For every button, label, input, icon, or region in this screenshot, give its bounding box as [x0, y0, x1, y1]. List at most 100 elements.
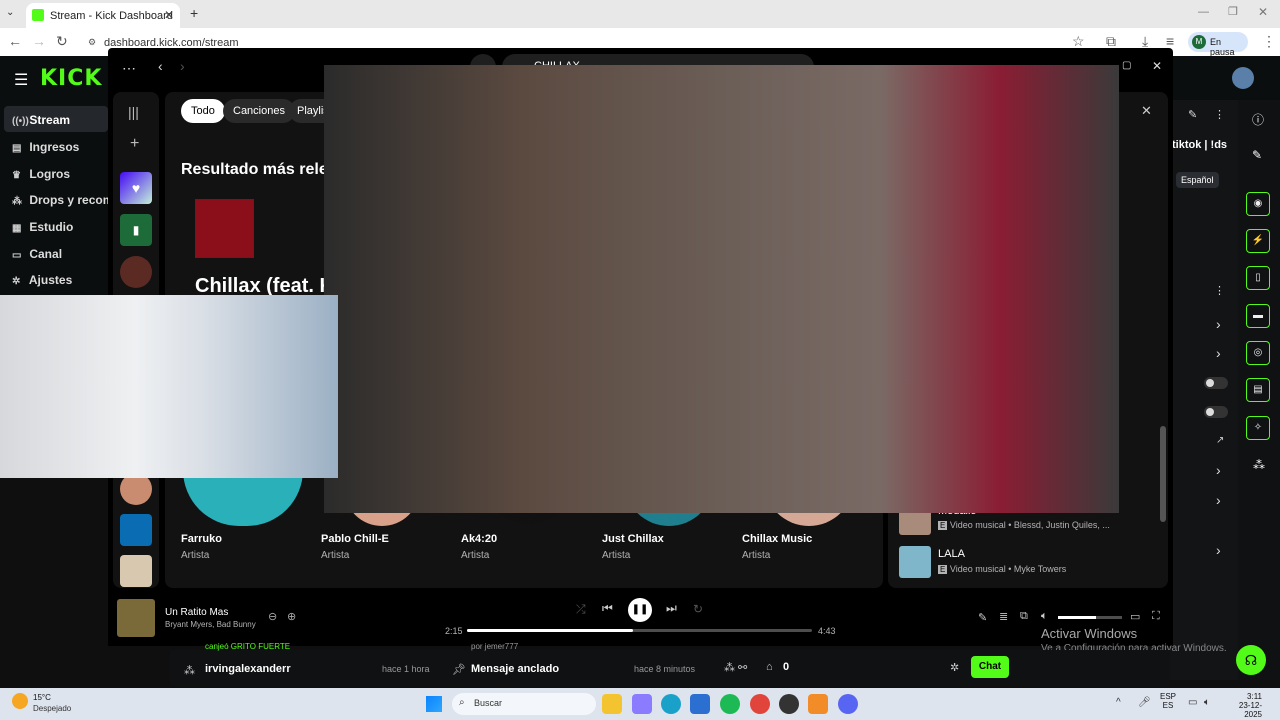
nav-drops[interactable]: ⁂ Drops y recom [12, 193, 113, 207]
nav-logros[interactable]: ♛ Logros [12, 167, 70, 181]
liked-songs-tile[interactable]: ♥ [120, 172, 152, 204]
edit-icon[interactable]: ✎ [1188, 108, 1197, 121]
spotify-menu-icon[interactable]: ⋯ [122, 60, 136, 77]
volume-icon[interactable]: 🔈︎ [1041, 610, 1048, 623]
back-icon[interactable]: ← [8, 33, 22, 49]
weather-temp[interactable]: 15°C [33, 693, 51, 702]
filter-chip-todo[interactable]: Todo [181, 99, 225, 123]
chat-settings-icon[interactable]: ✲ [950, 661, 959, 674]
wrench-icon[interactable]: ✧ [1246, 416, 1270, 440]
artist-card[interactable]: Just Chillax Artista [602, 533, 664, 561]
pinned-label[interactable]: Mensaje anclado [471, 663, 559, 675]
artist-card[interactable]: Pablo Chill-E Artista [321, 533, 389, 561]
taskbar-search[interactable]: ⌕ Buscar [452, 693, 596, 715]
pause-button[interactable]: ❚❚ [628, 598, 652, 622]
document-icon[interactable]: ▯ [1246, 266, 1270, 290]
broadcast-icon[interactable]: ◎ [1246, 341, 1270, 365]
artist-card[interactable]: Ak4:20 Artista [461, 533, 497, 561]
site-info-icon[interactable]: ⚙ [88, 37, 96, 48]
queue-icon[interactable]: ≣ [999, 610, 1008, 623]
top-result-cover[interactable] [195, 199, 254, 258]
artist-card[interactable]: Farruko Artista [181, 533, 222, 561]
spotify-icon[interactable] [720, 694, 740, 714]
now-playing-artist[interactable]: Bryant Myers, Bad Bunny [165, 620, 256, 629]
forward-arrow-icon[interactable]: › [180, 58, 185, 74]
playlist-tile[interactable] [120, 555, 152, 587]
tray-chevron-icon[interactable]: ^ [1116, 697, 1121, 708]
minimize-icon[interactable]: — [1198, 6, 1209, 18]
more-icon-2[interactable]: ⋮ [1214, 284, 1225, 297]
edge-icon[interactable] [661, 694, 681, 714]
menu-icon[interactable]: ⋮ [1262, 33, 1276, 50]
media-icon[interactable]: ≡ [1166, 33, 1174, 49]
spotify-maximize-icon[interactable]: ▢ [1122, 60, 1131, 71]
previous-icon[interactable]: ⏮ [602, 601, 613, 616]
chat-button[interactable]: Chat [971, 656, 1009, 678]
nav-estudio[interactable]: ▦ Estudio [12, 220, 73, 234]
drops-icon[interactable]: ⁂ ⚯ [724, 661, 747, 674]
video-thumb[interactable] [899, 546, 931, 578]
chevron-right-icon[interactable]: › [1216, 316, 1221, 332]
chevron-right-icon[interactable]: › [1216, 345, 1221, 361]
now-playing-cover[interactable] [117, 599, 155, 637]
remove-icon[interactable]: ⊖ [268, 610, 277, 623]
obs-icon[interactable] [779, 694, 799, 714]
copilot-icon[interactable] [632, 694, 652, 714]
lyrics-icon[interactable]: ✎ [978, 611, 987, 624]
now-playing-title[interactable]: Un Ratito Mas [165, 607, 228, 618]
grid-icon[interactable]: ▤ [1246, 378, 1270, 402]
speaker-icon[interactable]: 🔈︎ [1204, 697, 1210, 708]
browser-tab[interactable]: Stream - Kick Dashboard ✕ [26, 3, 180, 28]
weather-icon[interactable] [12, 693, 28, 709]
user-avatar[interactable] [1232, 67, 1254, 89]
panel-scrollbar[interactable] [1160, 426, 1166, 522]
spotify-close-icon[interactable]: ✕ [1152, 59, 1162, 73]
start-icon[interactable] [426, 696, 442, 712]
shuffle-icon[interactable]: ⤮ [576, 602, 586, 617]
close-tab-icon[interactable]: ✕ [164, 8, 174, 22]
library-icon[interactable]: ||| [128, 104, 139, 120]
nav-ingresos[interactable]: ▤ Ingresos [12, 140, 79, 154]
filter-chip-playlists[interactable]: Playlis [289, 99, 329, 123]
video-title[interactable]: LALA [938, 548, 965, 560]
close-window-icon[interactable]: ✕ [1258, 5, 1268, 19]
app-icon[interactable] [808, 694, 828, 714]
profile-button[interactable]: M En pausa [1188, 32, 1248, 57]
lightning-icon[interactable]: ⚡ [1246, 229, 1270, 253]
new-tab-icon[interactable]: + [190, 5, 198, 21]
store-app-icon[interactable] [690, 694, 710, 714]
playlist-tile[interactable] [120, 256, 152, 288]
artist-card[interactable]: Chillax Music Artista [742, 533, 812, 561]
toggle-switch[interactable] [1204, 406, 1228, 418]
mic-icon[interactable]: 🎤︎ [1138, 697, 1151, 708]
forward-icon[interactable]: → [32, 33, 46, 49]
fullscreen-icon[interactable]: ⛶ [1152, 610, 1160, 623]
repeat-icon[interactable]: ↻ [693, 602, 703, 616]
external-link-icon[interactable]: ↗ [1216, 435, 1224, 446]
toggle-switch[interactable] [1204, 377, 1228, 389]
nav-ajustes[interactable]: ✲ Ajustes [12, 273, 72, 287]
nav-stream[interactable]: ((•)) Stream [12, 113, 70, 127]
chevron-right-icon[interactable]: › [1216, 542, 1221, 558]
next-icon[interactable]: ⏭ [666, 601, 677, 616]
network-icon[interactable]: ▭ [1188, 697, 1197, 708]
chat-bubble-icon[interactable]: ▬ [1246, 304, 1270, 328]
camera-icon[interactable]: ◉ [1246, 192, 1270, 216]
filter-chip-canciones[interactable]: Canciones [223, 99, 295, 123]
chrome-icon[interactable] [750, 694, 770, 714]
tab-search-icon[interactable]: ⌄ [6, 7, 14, 18]
info-icon[interactable]: ⓘ [1252, 111, 1264, 128]
hamburger-icon[interactable]: ☰ [14, 70, 28, 90]
add-icon[interactable]: ⊕ [287, 610, 296, 623]
pencil-icon[interactable]: ✎ [1252, 148, 1262, 162]
playlist-tile[interactable] [120, 514, 152, 546]
reload-icon[interactable]: ↻ [56, 33, 68, 50]
more-icon[interactable]: ⋮ [1214, 108, 1225, 121]
saved-episodes-tile[interactable]: ▮ [120, 214, 152, 246]
store-icon[interactable]: ⌂ [766, 661, 773, 673]
nav-canal[interactable]: ▭ Canal [12, 247, 62, 261]
chevron-right-icon[interactable]: › [1216, 462, 1221, 478]
language-indicator[interactable]: ESP ES [1160, 692, 1176, 710]
chat-username[interactable]: irvingalexanderr [205, 663, 291, 675]
maximize-icon[interactable]: ❐ [1228, 5, 1238, 18]
